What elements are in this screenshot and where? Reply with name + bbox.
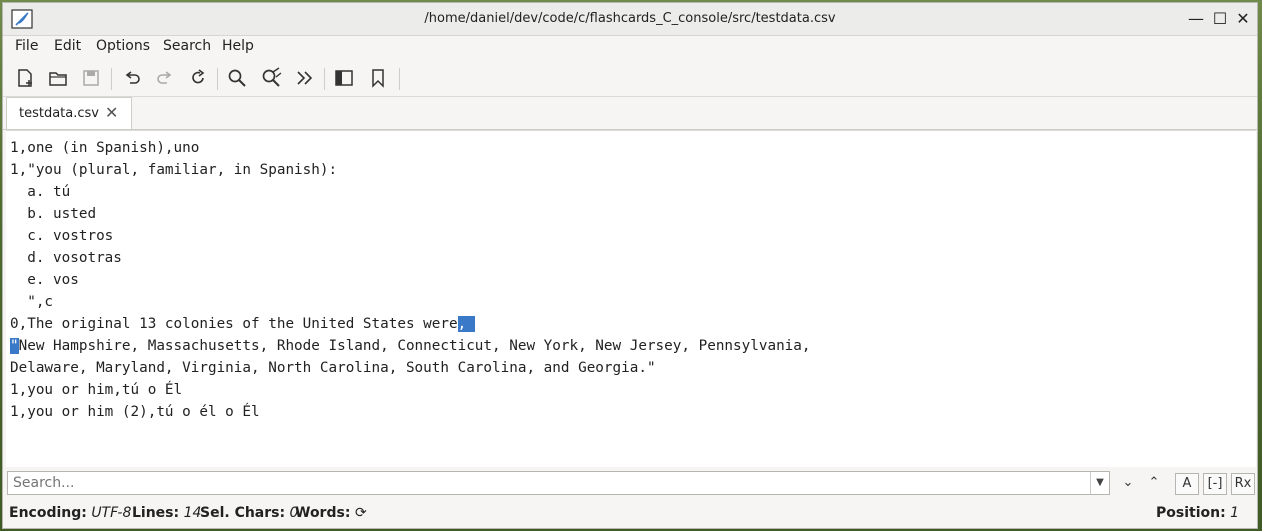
new-file-icon[interactable]	[12, 65, 38, 91]
search-prev-icon[interactable]: ⌃	[1143, 473, 1165, 493]
tab-testdata[interactable]: testdata.csv ✕	[6, 97, 132, 129]
sidebar-toggle-icon[interactable]	[331, 65, 357, 91]
menu-options[interactable]: Options	[96, 38, 150, 54]
save-icon[interactable]	[78, 65, 104, 91]
text-editor[interactable]: 1,one (in Spanish),uno 1,"you (plural, fa…	[6, 130, 1256, 467]
status-position: Position: 1	[1156, 505, 1240, 521]
whole-word-icon[interactable]: [-]	[1203, 473, 1227, 495]
menu-bar: File Edit Options Search Help	[3, 35, 1257, 59]
tab-bar: testdata.csv ✕	[3, 97, 1257, 130]
minimize-icon[interactable]: —	[1185, 9, 1207, 29]
refresh-words-icon[interactable]: ⟳	[355, 505, 367, 521]
status-lines: Lines: 14	[132, 505, 202, 521]
status-bar: Encoding: UTF-8 Lines: 14 Sel. Chars: 0 …	[3, 501, 1257, 528]
editor-line: a. tú	[10, 184, 71, 200]
editor-line: 1,"you (plural, familiar, in Spanish):	[10, 162, 338, 178]
editor-line: 1,one (in Spanish),uno	[10, 140, 200, 156]
editor-line: 1,you or him (2),tú o él o Él	[10, 404, 260, 420]
search-input[interactable]	[8, 472, 1093, 494]
search-row: ▼ ⌄ ⌃ A [-] Rx	[3, 469, 1257, 499]
editor-line: b. usted	[10, 206, 97, 222]
search-replace-icon[interactable]	[258, 65, 284, 91]
search-icon[interactable]	[224, 65, 250, 91]
reload-icon[interactable]	[185, 65, 211, 91]
search-box: ▼	[7, 471, 1110, 495]
editor-window: /home/daniel/dev/code/c/flashcards_C_con…	[2, 2, 1258, 529]
close-icon[interactable]: ✕	[1232, 9, 1254, 29]
maximize-icon[interactable]: ☐	[1209, 9, 1231, 29]
title-bar: /home/daniel/dev/code/c/flashcards_C_con…	[3, 3, 1257, 36]
menu-edit[interactable]: Edit	[54, 38, 81, 54]
search-next-icon[interactable]: ⌄	[1117, 473, 1139, 493]
match-case-icon[interactable]: A	[1175, 473, 1199, 495]
menu-search[interactable]: Search	[163, 38, 211, 54]
editor-line: 1,you or him,tú o Él	[10, 382, 183, 398]
menu-help[interactable]: Help	[222, 38, 254, 54]
editor-line: c. vostros	[10, 228, 114, 244]
window-title: /home/daniel/dev/code/c/flashcards_C_con…	[424, 11, 836, 26]
selection-end: "	[10, 338, 19, 354]
editor-line: Delaware, Maryland, Virginia, North Caro…	[10, 360, 656, 376]
editor-line: e. vos	[10, 272, 79, 288]
menu-file[interactable]: File	[15, 38, 38, 54]
bookmark-icon[interactable]	[365, 65, 391, 91]
toolbar	[3, 60, 1257, 97]
editor-line: 0,The original 13 colonies of the United…	[10, 313, 811, 335]
selection-start: ,	[457, 316, 467, 332]
editor-content[interactable]: 1,one (in Spanish),uno 1,"you (plural, fa…	[10, 137, 811, 423]
editor-line: ",c	[10, 294, 54, 310]
redo-icon[interactable]	[152, 65, 178, 91]
undo-icon[interactable]	[119, 65, 145, 91]
open-file-icon[interactable]	[45, 65, 71, 91]
status-words: Words:	[295, 505, 351, 521]
go-to-icon[interactable]	[292, 65, 318, 91]
search-dropdown-icon[interactable]: ▼	[1090, 472, 1109, 494]
regex-icon[interactable]: Rx	[1231, 473, 1255, 495]
status-encoding: Encoding: UTF-8	[9, 505, 132, 521]
tab-close-icon[interactable]: ✕	[105, 103, 118, 122]
tab-label: testdata.csv	[19, 106, 99, 121]
editor-line: d. vosotras	[10, 250, 122, 266]
status-sel-chars: Sel. Chars: 0	[200, 505, 299, 521]
editor-line: "New Hampshire, Massachusetts, Rhode Isl…	[10, 338, 811, 354]
